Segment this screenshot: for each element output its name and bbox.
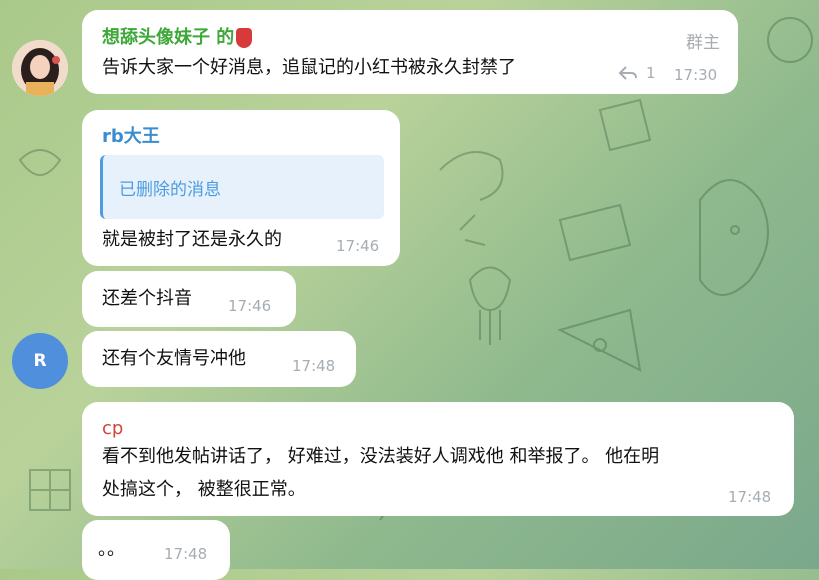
message-time: 17:46 — [336, 237, 380, 255]
quoted-reply[interactable]: 已删除的消息 — [100, 155, 384, 219]
sender-avatar-initial[interactable]: R — [12, 333, 68, 389]
message-bubble-5[interactable]: cp 看不到他发帖讲话了， 好难过，没法装好人调戏他 和举报了。 他在明 处搞这… — [82, 402, 794, 516]
message-bubble-4[interactable]: 还有个友情号冲他 17:48 — [82, 331, 356, 387]
message-text: 就是被封了还是永久的 — [102, 229, 282, 250]
message-text-line-1: 看不到他发帖讲话了， 好难过，没法装好人调戏他 和举报了。 他在明 — [102, 446, 660, 467]
sender-name[interactable]: rb大王 — [102, 126, 160, 148]
message-bubble-6[interactable]: 。。 17:48 — [82, 520, 230, 580]
admin-badge: 群主 — [686, 33, 720, 53]
quoted-reply-text: 已删除的消息 — [119, 179, 221, 200]
message-bubble-3[interactable]: 还差个抖音 17:46 — [82, 271, 296, 327]
message-time: 17:48 — [292, 357, 336, 375]
message-text: 。。 — [98, 539, 125, 560]
message-text: 还有个友情号冲他 — [102, 348, 246, 369]
reply-count: 1 — [646, 64, 656, 82]
message-bubble-2[interactable]: rb大王 已删除的消息 就是被封了还是永久的 17:46 — [82, 110, 400, 266]
sender-name[interactable]: 想舔头像妹子 的 — [102, 27, 253, 49]
message-text: 告诉大家一个好消息，追鼠记的小红书被永久封禁了 — [102, 57, 516, 78]
message-time: 17:30 — [674, 66, 718, 84]
sender-name[interactable]: cp — [102, 418, 123, 440]
message-bubble-1[interactable]: 想舔头像妹子 的 群主 告诉大家一个好消息，追鼠记的小红书被永久封禁了 1 17… — [82, 10, 738, 94]
sender-emoji-icon — [236, 28, 253, 48]
sender-avatar-photo[interactable] — [12, 40, 68, 96]
message-text: 还差个抖音 — [102, 288, 192, 309]
message-time: 17:46 — [228, 297, 272, 315]
reply-arrow-icon — [618, 66, 637, 80]
message-time: 17:48 — [728, 488, 772, 506]
message-time: 17:48 — [164, 545, 208, 563]
replies-indicator[interactable]: 1 — [618, 64, 656, 82]
message-text-line-2: 处搞这个， 被整很正常。 — [102, 479, 306, 500]
